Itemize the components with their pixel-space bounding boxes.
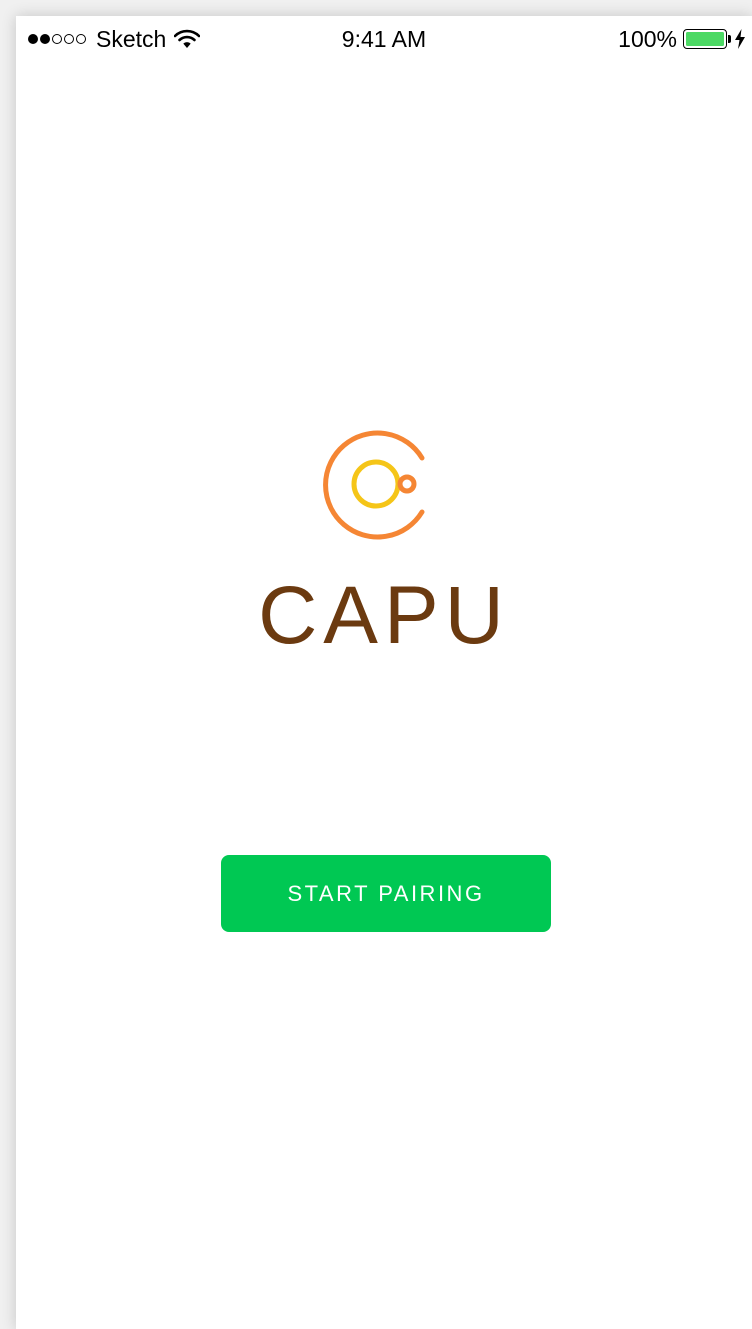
logo-ring [323,430,425,540]
start-pairing-button[interactable]: START PAIRING [221,855,551,932]
app-screen: Sketch 9:41 AM 100% CAPU START PAIRING [16,16,752,1329]
logo-cup [351,459,401,509]
battery-percent: 100% [618,25,677,52]
status-bar: Sketch 9:41 AM 100% [16,16,752,62]
battery-fill [686,32,724,46]
status-right: 100% [618,24,746,54]
battery-tip [728,35,731,43]
logo-cup-handle [397,474,417,494]
charging-bolt-icon [735,29,745,49]
battery-icon [683,29,727,49]
coffee-cup-logo-icon [323,430,425,540]
app-logo-text: CAPU [258,570,510,661]
